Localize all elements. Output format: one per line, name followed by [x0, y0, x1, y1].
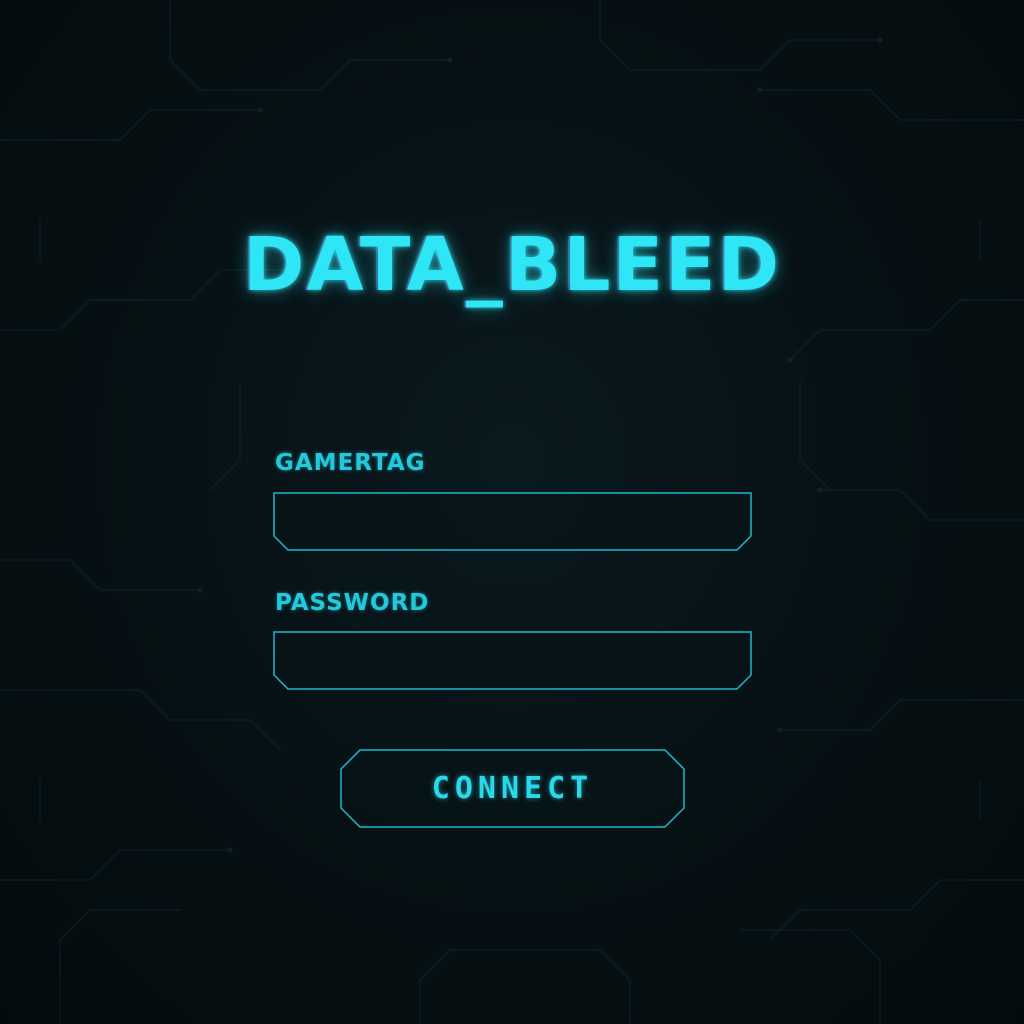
- password-field[interactable]: [273, 631, 752, 690]
- password-label: PASSWORD: [275, 590, 430, 616]
- connect-button[interactable]: CONNECT: [340, 749, 685, 828]
- gamertag-input[interactable]: [289, 500, 740, 545]
- gamertag-label: GAMERTAG: [275, 450, 426, 476]
- connect-button-label: CONNECT: [431, 771, 594, 806]
- login-screen: DATA_BLEED GAMERTAG PASSWORD CONNECT: [0, 0, 1024, 1024]
- password-input[interactable]: [289, 639, 740, 684]
- gamertag-field[interactable]: [273, 492, 752, 551]
- app-title: DATA_BLEED: [242, 222, 782, 308]
